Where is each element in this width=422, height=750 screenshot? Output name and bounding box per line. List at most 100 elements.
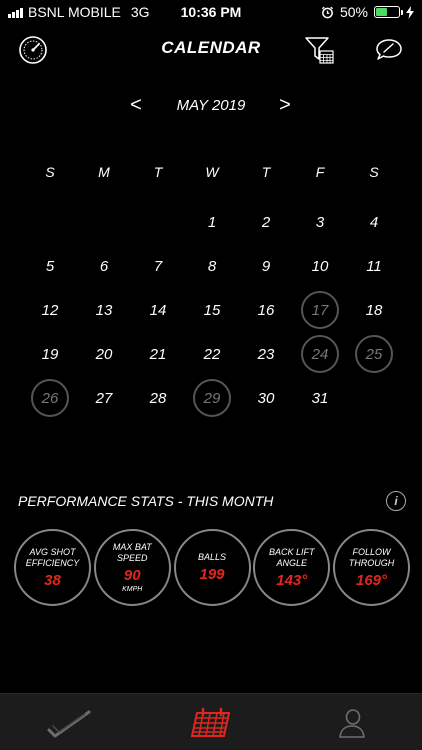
calendar-day[interactable]: 30: [239, 376, 293, 420]
day-number: 5: [45, 257, 55, 275]
day-number: 15: [203, 301, 221, 319]
calendar-day[interactable]: 28: [131, 376, 185, 420]
calendar-day[interactable]: 21: [131, 332, 185, 376]
day-number: 21: [149, 345, 167, 363]
tab-sessions[interactable]: [0, 694, 140, 750]
filter-calendar-button[interactable]: [303, 34, 335, 66]
day-number: 28: [149, 389, 167, 407]
stat-unit: KMPH: [122, 586, 143, 593]
calendar-day[interactable]: 5: [23, 244, 77, 288]
chat-icon: [376, 39, 402, 60]
stat-label: MAX BAT: [112, 542, 152, 552]
month-nav: < MAY 2019 >: [0, 92, 422, 122]
stat-label: THROUGH: [348, 557, 395, 568]
stat-circle[interactable]: AVG SHOT EFFICIENCY 38: [14, 529, 91, 606]
stat-circle[interactable]: FOLLOW THROUGH 169°: [333, 529, 410, 606]
day-number: 18: [365, 301, 383, 319]
calendar-day[interactable]: 27: [77, 376, 131, 420]
calendar-day[interactable]: 11: [347, 244, 401, 288]
calendar-day[interactable]: 31: [293, 376, 347, 420]
calendar-day[interactable]: 8: [185, 244, 239, 288]
stat-label: BALLS: [197, 552, 227, 562]
month-label: MAY 2019: [176, 97, 246, 114]
day-number: 12: [41, 301, 59, 319]
day-number: 31: [311, 389, 329, 407]
filter-calendar-icon: [305, 37, 334, 64]
day-number: 25: [355, 335, 393, 373]
day-number: 6: [99, 257, 109, 275]
day-number: 10: [311, 257, 329, 275]
calendar-day[interactable]: 14: [131, 288, 185, 332]
weekday-label: W: [205, 164, 219, 180]
stat-circle[interactable]: BALLS 199: [173, 529, 251, 606]
stat-label: EFFICIENCY: [25, 557, 80, 568]
calendar-day[interactable]: 1: [185, 200, 239, 244]
day-number: 13: [95, 301, 113, 319]
weekday-label: T: [261, 164, 271, 180]
day-number: 27: [95, 389, 113, 407]
stat-label: FOLLOW: [352, 546, 391, 557]
battery-percent: 50%: [339, 4, 368, 20]
day-number: 29: [193, 379, 231, 417]
calendar-day[interactable]: 10: [293, 244, 347, 288]
profile-icon: [339, 708, 365, 738]
stat-label: BACK LIFT: [268, 546, 315, 557]
calendar-day-empty: [77, 200, 131, 244]
status-right: 50%: [321, 4, 414, 20]
calendar-day[interactable]: 15: [185, 288, 239, 332]
battery-fill: [376, 8, 387, 16]
calendar-day[interactable]: 2: [239, 200, 293, 244]
calendar-day[interactable]: 19: [23, 332, 77, 376]
calendar-day[interactable]: 26: [23, 376, 77, 420]
day-number: 3: [315, 213, 325, 231]
calendar-day[interactable]: 18: [347, 288, 401, 332]
day-number: 2: [261, 213, 271, 231]
tab-profile[interactable]: [282, 694, 422, 750]
day-number: 8: [207, 257, 217, 275]
day-number: 26: [31, 379, 69, 417]
chat-button[interactable]: [373, 34, 405, 66]
stat-circle[interactable]: MAX BAT SPEED 90 KMPH: [93, 529, 171, 606]
calendar-day[interactable]: 6: [77, 244, 131, 288]
day-number: 4: [369, 213, 379, 231]
calendar-day[interactable]: 24: [293, 332, 347, 376]
calendar-day[interactable]: 17: [293, 288, 347, 332]
weekday-header: S M T W T F S: [23, 160, 400, 184]
day-number: 11: [366, 257, 382, 275]
bat-swing-icon: [47, 710, 91, 737]
calendar-day[interactable]: 4: [347, 200, 401, 244]
stat-value: 38: [44, 571, 61, 589]
weekday-label: T: [153, 164, 163, 180]
day-number: 30: [257, 389, 275, 407]
weekday-label: S: [369, 164, 379, 180]
calendar-day[interactable]: 22: [185, 332, 239, 376]
calendar-day[interactable]: 12: [23, 288, 77, 332]
stat-value: 199: [199, 566, 225, 583]
day-number: 23: [257, 345, 275, 363]
stat-value: 143°: [276, 571, 308, 589]
calendar-day[interactable]: 25: [347, 332, 401, 376]
calendar-day[interactable]: 9: [239, 244, 293, 288]
alarm-icon: [321, 6, 334, 18]
tab-bar: [0, 693, 422, 750]
day-number: [31, 203, 69, 241]
page-title: CALENDAR: [161, 38, 261, 57]
calendar-day[interactable]: 13: [77, 288, 131, 332]
calendar-day[interactable]: 20: [77, 332, 131, 376]
stat-label: ANGLE: [276, 557, 307, 568]
performance-header: PERFORMANCE STATS - THIS MONTH i: [18, 490, 408, 514]
calendar-day[interactable]: 23: [239, 332, 293, 376]
calendar-day[interactable]: 29: [185, 376, 239, 420]
day-number: 1: [207, 213, 217, 231]
calendar-day[interactable]: 7: [131, 244, 185, 288]
next-month-button[interactable]: >: [273, 94, 297, 117]
calendar-day[interactable]: 3: [293, 200, 347, 244]
tab-calendar[interactable]: [141, 694, 281, 750]
info-icon[interactable]: i: [386, 491, 406, 511]
day-number: 20: [95, 345, 113, 363]
stat-circle[interactable]: BACK LIFT ANGLE 143°: [253, 529, 331, 606]
day-number: 9: [261, 257, 271, 275]
calendar-day[interactable]: 16: [239, 288, 293, 332]
calendar-day-empty: [23, 200, 77, 244]
day-number: 22: [203, 345, 221, 363]
